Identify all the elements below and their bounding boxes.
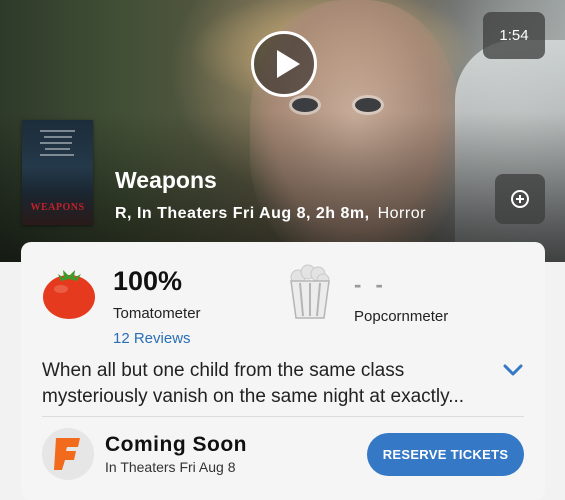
card-divider <box>42 416 524 417</box>
play-icon <box>277 50 300 78</box>
add-to-watchlist-button[interactable] <box>495 174 545 224</box>
tomatometer-label: Tomatometer <box>113 305 201 322</box>
ticket-release-date: In Theaters Fri Aug 8 <box>105 459 236 475</box>
reviews-link[interactable]: 12 Reviews <box>113 330 191 347</box>
movie-meta-details: R, In Theaters Fri Aug 8, 2h 8m, <box>115 205 370 222</box>
add-circle-icon <box>511 190 529 208</box>
tomato-icon <box>43 270 95 319</box>
poster-text-line <box>40 154 74 156</box>
poster-text-line <box>40 130 75 132</box>
fandango-icon <box>42 428 94 480</box>
hero-image-eye <box>292 98 318 112</box>
movie-info-card: 100% Tomatometer 12 Reviews - - Popcornm… <box>21 242 545 500</box>
hero-image-car <box>455 40 565 262</box>
ticket-status: Coming Soon <box>105 433 247 456</box>
reserve-tickets-button[interactable]: RESERVE TICKETS <box>367 433 524 476</box>
movie-meta: R, In Theaters Fri Aug 8, 2h 8m, Horror <box>115 205 426 223</box>
play-trailer-button[interactable] <box>251 31 317 97</box>
tomatometer-score: 100% <box>113 266 183 296</box>
popcornmeter-score: - - <box>354 272 387 297</box>
movie-title: Weapons <box>115 167 217 193</box>
poster-text-line <box>40 142 72 144</box>
movie-synopsis: When all but one child from the same cla… <box>42 360 465 407</box>
trailer-duration: 1:54 <box>483 12 545 59</box>
poster-title: WEAPONS <box>30 202 85 213</box>
chevron-down-icon[interactable] <box>502 362 524 378</box>
popcorn-bucket-icon <box>290 264 330 319</box>
poster-text-line <box>44 136 72 138</box>
poster-text-line <box>45 148 70 150</box>
movie-genre: Horror <box>377 205 426 222</box>
movie-poster[interactable]: WEAPONS <box>22 120 93 225</box>
fandango-f-icon <box>54 438 80 470</box>
hero-image-eye <box>355 98 381 112</box>
popcornmeter-label: Popcornmeter <box>354 308 449 325</box>
